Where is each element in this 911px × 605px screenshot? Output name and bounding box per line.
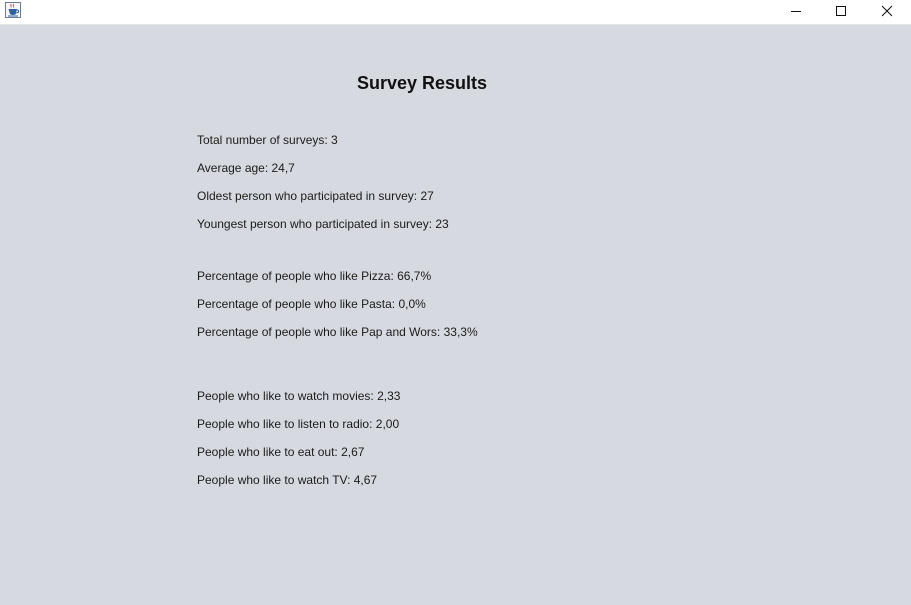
title-bar[interactable] <box>0 0 911 25</box>
minimize-button[interactable] <box>773 0 819 25</box>
java-coffee-cup-icon[interactable] <box>5 2 21 18</box>
total-surveys-label: Total number of surveys: 3 <box>197 133 338 147</box>
minimize-icon <box>790 4 802 22</box>
tv-rating-label: People who like to watch TV: 4,67 <box>197 473 378 487</box>
maximize-icon <box>835 4 847 22</box>
eat-out-rating-label: People who like to eat out: 2,67 <box>197 445 365 459</box>
close-button[interactable] <box>864 0 910 25</box>
pizza-percentage-label: Percentage of people who like Pizza: 66,… <box>197 269 432 283</box>
close-icon <box>881 4 893 22</box>
app-window: Survey Results Total number of surveys: … <box>0 0 911 605</box>
survey-results-panel: Survey Results Total number of surveys: … <box>0 25 911 605</box>
youngest-person-label: Youngest person who participated in surv… <box>197 217 449 231</box>
movies-rating-label: People who like to watch movies: 2,33 <box>197 389 401 403</box>
maximize-button[interactable] <box>818 0 864 25</box>
average-age-label: Average age: 24,7 <box>197 161 295 175</box>
pasta-percentage-label: Percentage of people who like Pasta: 0,0… <box>197 297 426 311</box>
oldest-person-label: Oldest person who participated in survey… <box>197 189 434 203</box>
radio-rating-label: People who like to listen to radio: 2,00 <box>197 417 400 431</box>
page-title: Survey Results <box>357 73 488 93</box>
pap-wors-percentage-label: Percentage of people who like Pap and Wo… <box>197 325 478 339</box>
